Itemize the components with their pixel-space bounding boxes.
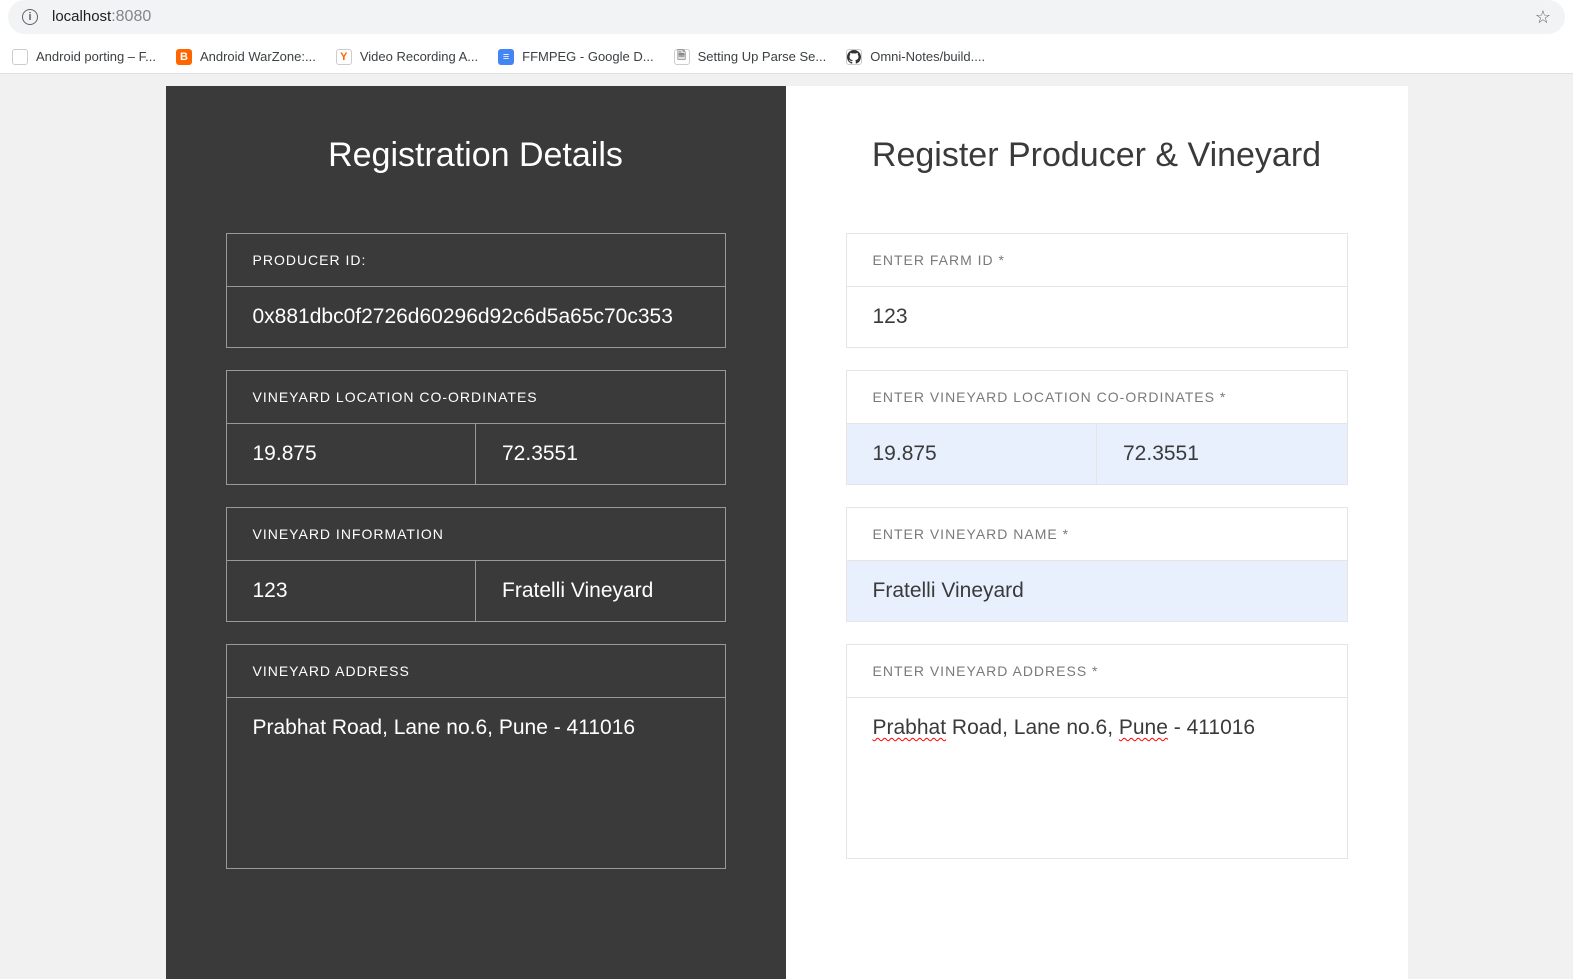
coordinates-group: ENTER VINEYARD LOCATION CO-ORDINATES * [846,370,1348,485]
bookmark-icon [846,49,862,65]
longitude-value: 72.3551 [476,424,725,484]
bookmark-label: Setting Up Parse Se... [698,49,827,64]
bookmark-icon: Y [336,49,352,65]
bookmark-icon: ≡ [498,49,514,65]
vineyard-name-input[interactable] [847,561,1347,621]
latitude-input[interactable] [847,424,1098,484]
vineyard-name-value: Fratelli Vineyard [476,561,725,621]
bookmark-item-5[interactable]: Omni-Notes/build.... [846,49,985,65]
bookmark-label: Video Recording A... [360,49,478,64]
coordinates-block: VINEYARD LOCATION CO-ORDINATES 19.875 72… [226,370,726,485]
bookmark-item-2[interactable]: Y Video Recording A... [336,49,478,65]
coordinates-label: VINEYARD LOCATION CO-ORDINATES [227,371,725,424]
vineyard-address-block: VINEYARD ADDRESS Prabhat Road, Lane no.6… [226,644,726,869]
registration-details-panel: Registration Details PRODUCER ID: 0x881d… [166,86,786,979]
latitude-value: 19.875 [227,424,477,484]
vineyard-address-value: Prabhat Road, Lane no.6, Pune - 411016 [227,698,725,868]
vineyard-name-input-label: ENTER VINEYARD NAME * [847,508,1347,561]
main-container: Registration Details PRODUCER ID: 0x881d… [166,86,1408,979]
producer-id-label: PRODUCER ID: [227,234,725,287]
browser-address-bar[interactable]: i localhost:8080 ☆ [8,0,1565,34]
producer-id-value: 0x881dbc0f2726d60296d92c6d5a65c70c353 [227,287,725,347]
bookmark-item-1[interactable]: B Android WarZone:... [176,49,316,65]
farm-id-group: ENTER FARM ID * [846,233,1348,348]
url-host: localhost [52,8,111,25]
vineyard-address-label: VINEYARD ADDRESS [227,645,725,698]
farm-id-input[interactable] [847,287,1347,347]
url-port: :8080 [111,8,151,25]
bookmark-icon [12,49,28,65]
page-body: Registration Details PRODUCER ID: 0x881d… [0,74,1573,979]
producer-id-block: PRODUCER ID: 0x881dbc0f2726d60296d92c6d5… [226,233,726,348]
bookmarks-bar: Android porting – F... B Android WarZone:.… [0,40,1573,74]
longitude-input[interactable] [1097,424,1347,484]
bookmark-item-3[interactable]: ≡ FFMPEG - Google D... [498,49,653,65]
bookmark-icon: B [176,49,192,65]
coordinates-input-label: ENTER VINEYARD LOCATION CO-ORDINATES * [847,371,1347,424]
farm-id-input-label: ENTER FARM ID * [847,234,1347,287]
bookmark-label: Android porting – F... [36,49,156,64]
site-info-icon[interactable]: i [22,9,38,25]
register-form-panel: Register Producer & Vineyard ENTER FARM … [786,86,1408,979]
vineyard-info-block: VINEYARD INFORMATION 123 Fratelli Vineya… [226,507,726,622]
bookmark-star-icon[interactable]: ☆ [1535,7,1551,28]
bookmark-item-0[interactable]: Android porting – F... [12,49,156,65]
bookmark-label: FFMPEG - Google D... [522,49,653,64]
bookmark-item-4[interactable]: 🗎 Setting Up Parse Se... [674,49,827,65]
vineyard-address-input[interactable]: Prabhat Road, Lane no.6, Pune - 411016 [847,698,1347,858]
farm-id-value: 123 [227,561,477,621]
registration-details-title: Registration Details [226,136,726,175]
bookmark-icon: 🗎 [674,49,690,65]
vineyard-address-input-label: ENTER VINEYARD ADDRESS * [847,645,1347,698]
bookmark-label: Omni-Notes/build.... [870,49,985,64]
register-form-title: Register Producer & Vineyard [846,136,1348,175]
bookmark-label: Android WarZone:... [200,49,316,64]
vineyard-info-label: VINEYARD INFORMATION [227,508,725,561]
url-text: localhost:8080 [52,8,151,26]
vineyard-name-group: ENTER VINEYARD NAME * [846,507,1348,622]
vineyard-address-group: ENTER VINEYARD ADDRESS * Prabhat Road, L… [846,644,1348,859]
